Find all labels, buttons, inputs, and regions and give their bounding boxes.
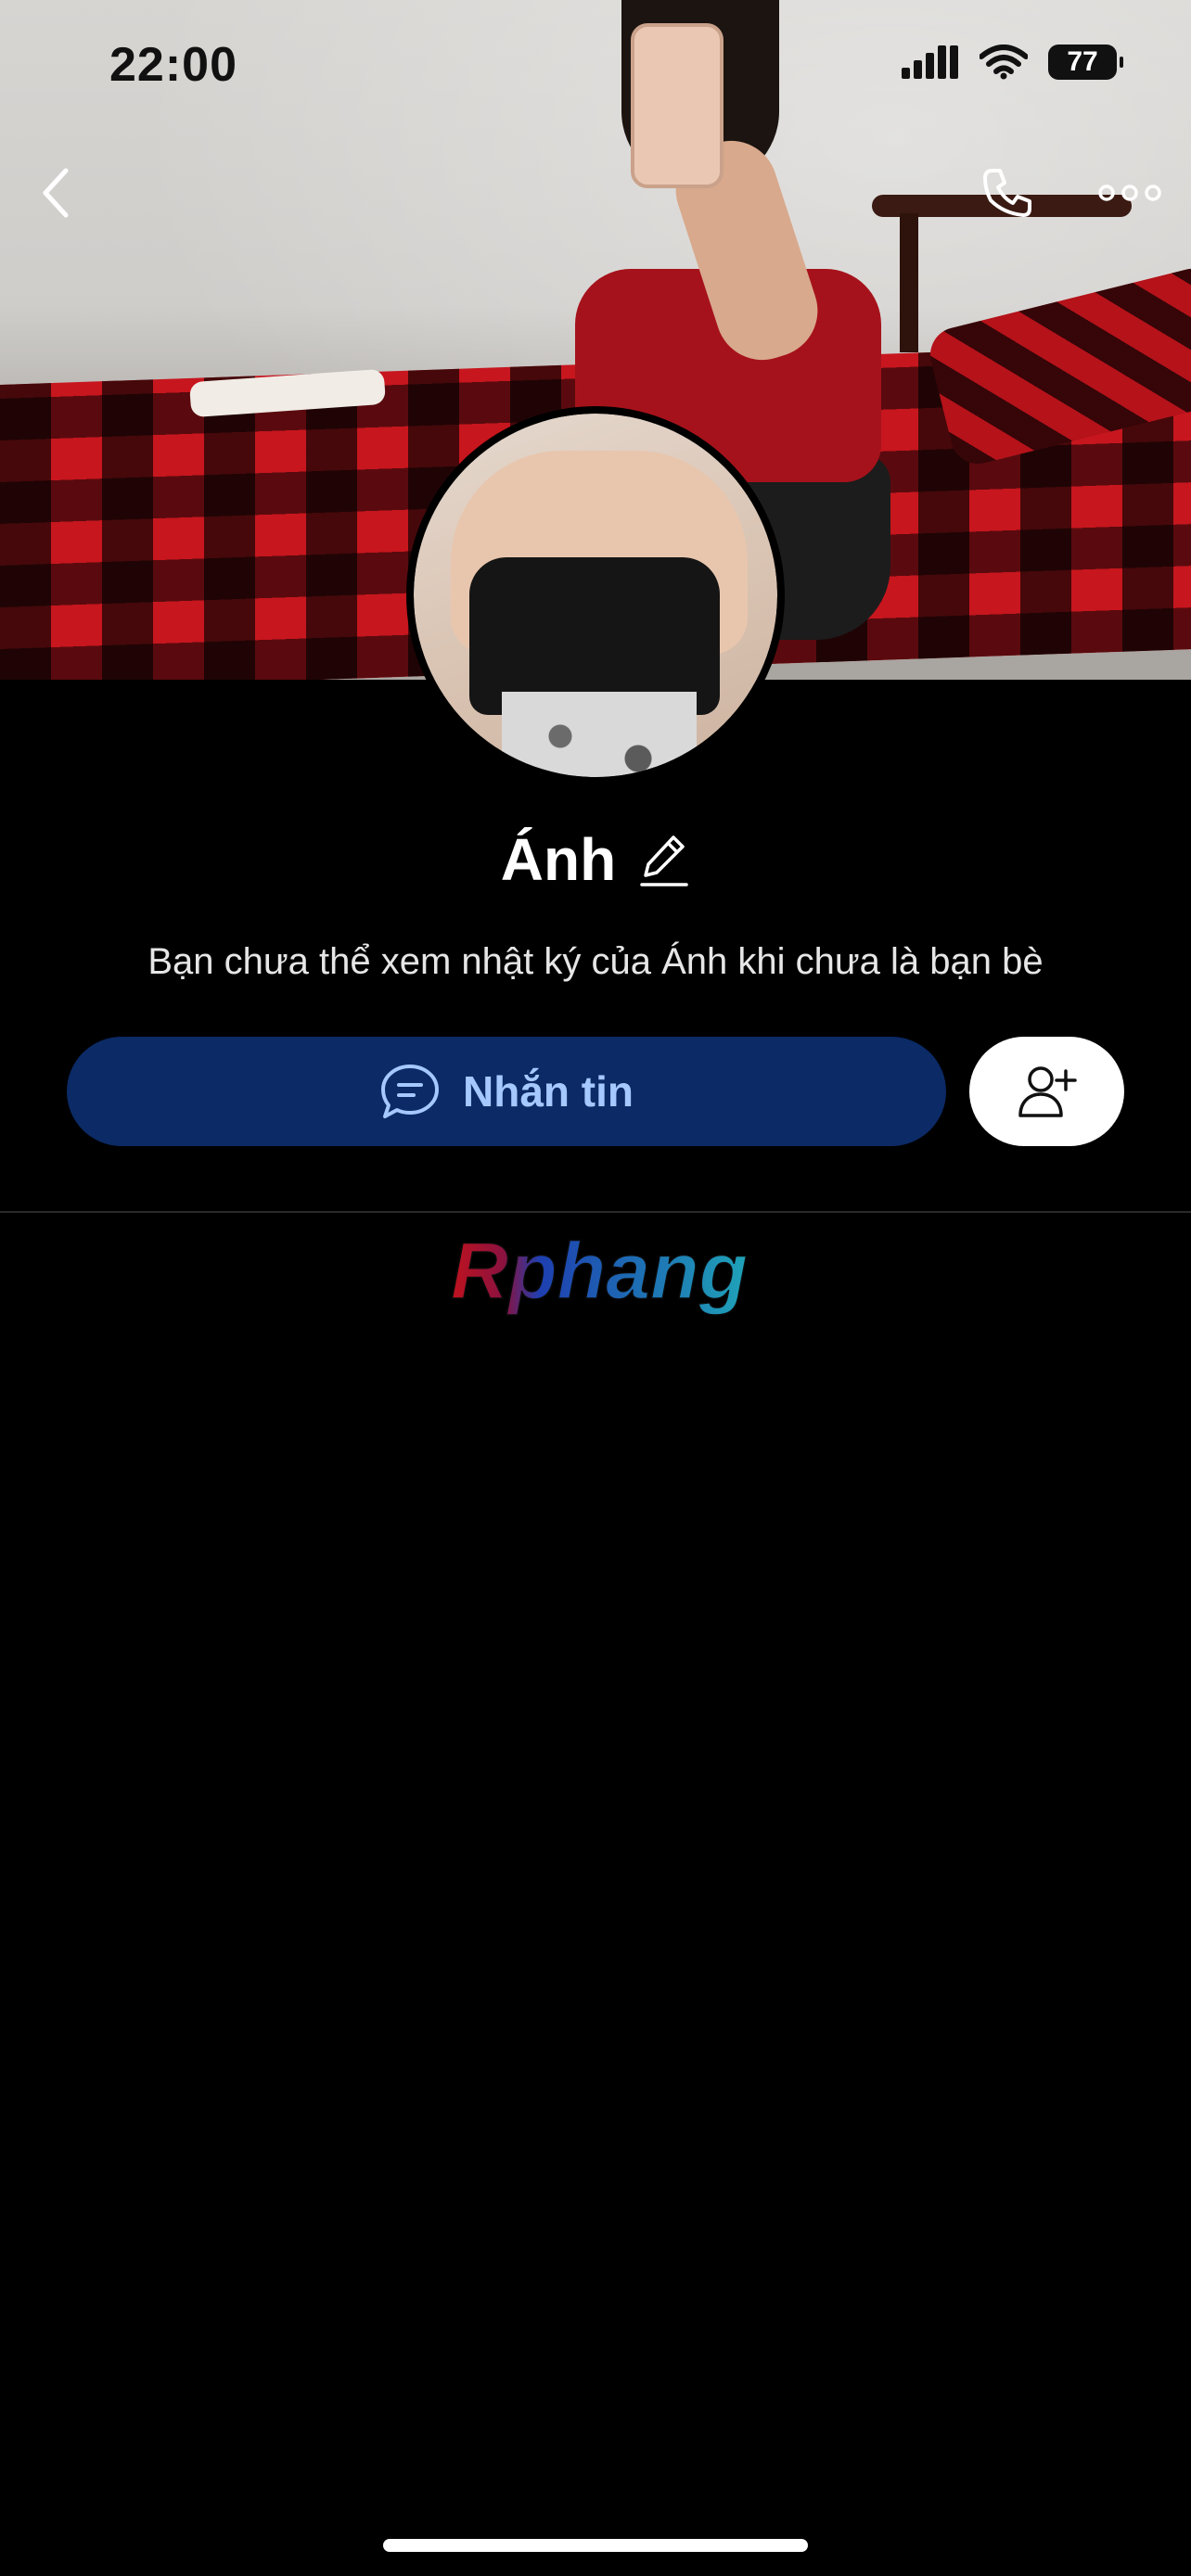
watermark-logo: Rphang xyxy=(450,1226,749,1317)
wifi-icon xyxy=(980,45,1028,80)
section-divider xyxy=(0,1211,1191,1213)
more-dots-icon xyxy=(1098,185,1161,201)
add-user-icon xyxy=(1018,1066,1077,1117)
watermark-text: Rphang xyxy=(451,1227,748,1316)
pencil-icon xyxy=(640,835,688,886)
chevron-left-icon xyxy=(43,168,69,218)
home-indicator[interactable] xyxy=(383,2539,808,2552)
privacy-notice: Bạn chưa thể xem nhật ký của Ánh khi chư… xyxy=(147,941,1044,982)
battery-icon: 77 xyxy=(1048,45,1123,80)
signal-icon xyxy=(902,45,958,79)
back-button[interactable] xyxy=(28,158,83,228)
avatar-photo xyxy=(414,414,777,777)
call-button[interactable] xyxy=(974,159,1041,226)
profile-name: Ánh xyxy=(500,826,617,893)
edit-name-button[interactable] xyxy=(638,831,690,888)
battery-level: 77 xyxy=(1067,46,1098,77)
message-button[interactable]: Nhắn tin xyxy=(67,1037,946,1146)
avatar-skirt xyxy=(502,692,697,777)
cover-table-leg xyxy=(900,213,918,352)
chat-bubble-icon xyxy=(381,1065,439,1118)
name-row: Ánh xyxy=(0,825,1191,894)
status-time: 22:00 xyxy=(109,38,237,92)
add-friend-button[interactable] xyxy=(969,1037,1124,1146)
avatar[interactable] xyxy=(406,406,785,784)
more-button[interactable] xyxy=(1093,167,1167,219)
phone-icon xyxy=(983,169,1031,217)
status-icons: 77 xyxy=(902,45,1123,80)
status-bar: 22:00 77 xyxy=(0,0,1191,130)
message-button-label: Nhắn tin xyxy=(463,1067,634,1116)
